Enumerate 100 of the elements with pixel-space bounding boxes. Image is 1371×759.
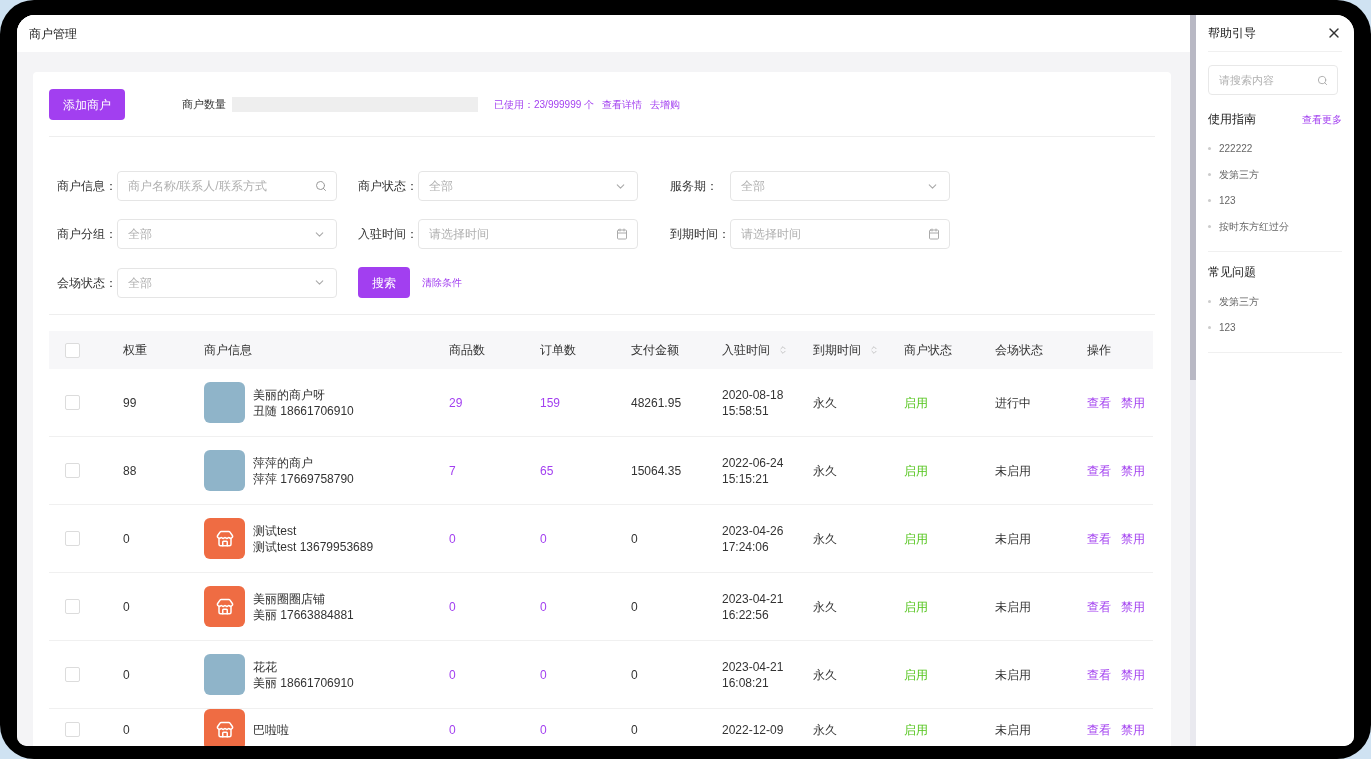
order-count[interactable]: 0 bbox=[540, 721, 631, 738]
join-time: 17:24:06 bbox=[722, 538, 770, 555]
checkbox[interactable] bbox=[65, 463, 80, 478]
checkbox[interactable] bbox=[65, 599, 80, 614]
column-header: 权重 bbox=[123, 342, 147, 358]
order-count[interactable]: 159 bbox=[540, 394, 631, 411]
join-date: 2023-04-21 bbox=[722, 590, 785, 607]
join-time: 15:15:21 bbox=[722, 470, 770, 487]
join-date: 2023-04-21 bbox=[722, 658, 785, 675]
link[interactable]: 去增购 bbox=[650, 97, 681, 112]
column-header[interactable]: 入驻时间 bbox=[722, 342, 788, 358]
table-cell-text: 0 bbox=[123, 598, 131, 615]
merchant-contact: 测试test 13679953689 bbox=[253, 538, 374, 555]
table-cell-text: 0 bbox=[123, 530, 131, 547]
filter-label: 商户状态： bbox=[357, 178, 418, 194]
help-article-link[interactable]: 按时东方红过分 bbox=[1219, 218, 1289, 234]
goods-count[interactable]: 0 bbox=[449, 666, 540, 683]
join-date: 2020-08-18 bbox=[722, 386, 785, 403]
table-cell-text: 0 bbox=[631, 721, 639, 738]
merchant-name: 花花 bbox=[253, 658, 278, 675]
goods-count[interactable]: 0 bbox=[449, 598, 540, 615]
help-search-field[interactable]: 请搜索内容 bbox=[1208, 65, 1338, 95]
table-cell-text: 48261.95 bbox=[631, 394, 683, 411]
action-link[interactable]: 禁用 bbox=[1121, 530, 1145, 547]
action-link[interactable]: 禁用 bbox=[1121, 598, 1145, 615]
table-cell-text: 99 bbox=[123, 394, 138, 411]
column-header: 订单数 bbox=[540, 342, 576, 358]
goods-count[interactable]: 0 bbox=[449, 721, 540, 738]
merchant-status: 启用 bbox=[904, 721, 929, 738]
filter-label: 到期时间： bbox=[669, 226, 730, 242]
order-count[interactable]: 0 bbox=[540, 530, 631, 547]
action-link[interactable]: 禁用 bbox=[1121, 394, 1145, 411]
checkbox[interactable] bbox=[65, 531, 80, 546]
merchant-name: 美丽圈圈店铺 bbox=[253, 590, 326, 607]
table-cell-text: 永久 bbox=[813, 666, 838, 683]
sort-icon bbox=[778, 345, 788, 355]
action-link[interactable]: 禁用 bbox=[1121, 666, 1145, 683]
table-cell-text: 永久 bbox=[813, 530, 838, 547]
action-link[interactable]: 查看 bbox=[1087, 666, 1111, 683]
goods-count[interactable]: 7 bbox=[449, 462, 540, 479]
order-count[interactable]: 0 bbox=[540, 598, 631, 615]
table-cell-text: 0 bbox=[631, 530, 639, 547]
merchant-name: 美丽的商户呀 bbox=[253, 386, 326, 403]
help-title: 帮助引导 bbox=[1208, 25, 1256, 41]
help-article-link[interactable]: 发第三方 bbox=[1219, 166, 1259, 182]
filter-label: 商户信息： bbox=[56, 178, 117, 194]
order-count[interactable]: 0 bbox=[540, 666, 631, 683]
date-field[interactable]: 请选择时间 bbox=[730, 219, 950, 249]
table-cell-text: 永久 bbox=[813, 394, 838, 411]
goods-count[interactable]: 0 bbox=[449, 530, 540, 547]
column-header: 商品数 bbox=[449, 342, 485, 358]
action-link[interactable]: 查看 bbox=[1087, 598, 1111, 615]
checkbox[interactable] bbox=[65, 722, 80, 737]
action-link[interactable]: 禁用 bbox=[1121, 462, 1145, 479]
column-header: 会场状态 bbox=[995, 342, 1043, 358]
table-cell-text: 0 bbox=[123, 721, 131, 738]
action-link[interactable]: 查看 bbox=[1087, 394, 1111, 411]
help-article-link[interactable]: 123 bbox=[1219, 192, 1236, 208]
sort-icon bbox=[869, 345, 879, 355]
store-icon bbox=[215, 720, 234, 739]
action-link[interactable]: 禁用 bbox=[1121, 721, 1145, 738]
help-article-link[interactable]: 123 bbox=[1219, 319, 1236, 335]
date-field[interactable]: 请选择时间 bbox=[418, 219, 638, 249]
column-header[interactable]: 到期时间 bbox=[813, 342, 879, 358]
help-section-title: 常见问题 bbox=[1208, 264, 1256, 280]
filter-label: 入驻时间： bbox=[357, 226, 418, 242]
help-article-link[interactable]: 222222 bbox=[1219, 140, 1253, 156]
add-merchant-button[interactable]: 添加商户 bbox=[49, 89, 125, 120]
scrollbar-thumb[interactable] bbox=[1190, 15, 1196, 380]
checkbox[interactable] bbox=[65, 667, 80, 682]
search-button[interactable]: 搜索 bbox=[358, 267, 410, 298]
merchant-name: 测试test bbox=[253, 522, 298, 539]
merchant-contact: 丑随 18661706910 bbox=[253, 402, 354, 419]
join-date: 2022-06-24 bbox=[722, 454, 785, 471]
action-link[interactable]: 查看 bbox=[1087, 530, 1111, 547]
filter-label: 会场状态： bbox=[56, 274, 117, 291]
bullet-icon bbox=[1208, 198, 1211, 202]
see-more-link[interactable]: 查看更多 bbox=[1302, 111, 1342, 127]
calendar-icon bbox=[616, 228, 628, 240]
order-count[interactable]: 65 bbox=[540, 462, 631, 479]
join-time: 16:22:56 bbox=[722, 606, 770, 623]
join-date: 2023-04-26 bbox=[722, 522, 785, 539]
action-link[interactable]: 查看 bbox=[1087, 462, 1111, 479]
table-cell-text: 永久 bbox=[813, 598, 838, 615]
checkbox[interactable] bbox=[65, 342, 80, 358]
join-time: 16:08:21 bbox=[722, 674, 770, 691]
table-cell-text: 0 bbox=[631, 666, 639, 683]
help-article-link[interactable]: 发第三方 bbox=[1219, 293, 1259, 309]
link[interactable]: 查看详情 bbox=[602, 97, 643, 112]
goods-count[interactable]: 29 bbox=[449, 394, 540, 411]
search-field[interactable]: 商户名称/联系人/联系方式 bbox=[117, 171, 337, 201]
checkbox[interactable] bbox=[65, 395, 80, 410]
table-cell-text: 未启用 bbox=[995, 598, 1032, 615]
search-icon bbox=[315, 180, 327, 192]
count-label: 商户数量 bbox=[182, 97, 226, 113]
clear-conditions-link[interactable]: 清除条件 bbox=[422, 275, 462, 290]
calendar-icon bbox=[928, 228, 940, 240]
bullet-icon bbox=[1208, 146, 1211, 150]
action-link[interactable]: 查看 bbox=[1087, 721, 1111, 738]
bullet-icon bbox=[1208, 172, 1211, 176]
